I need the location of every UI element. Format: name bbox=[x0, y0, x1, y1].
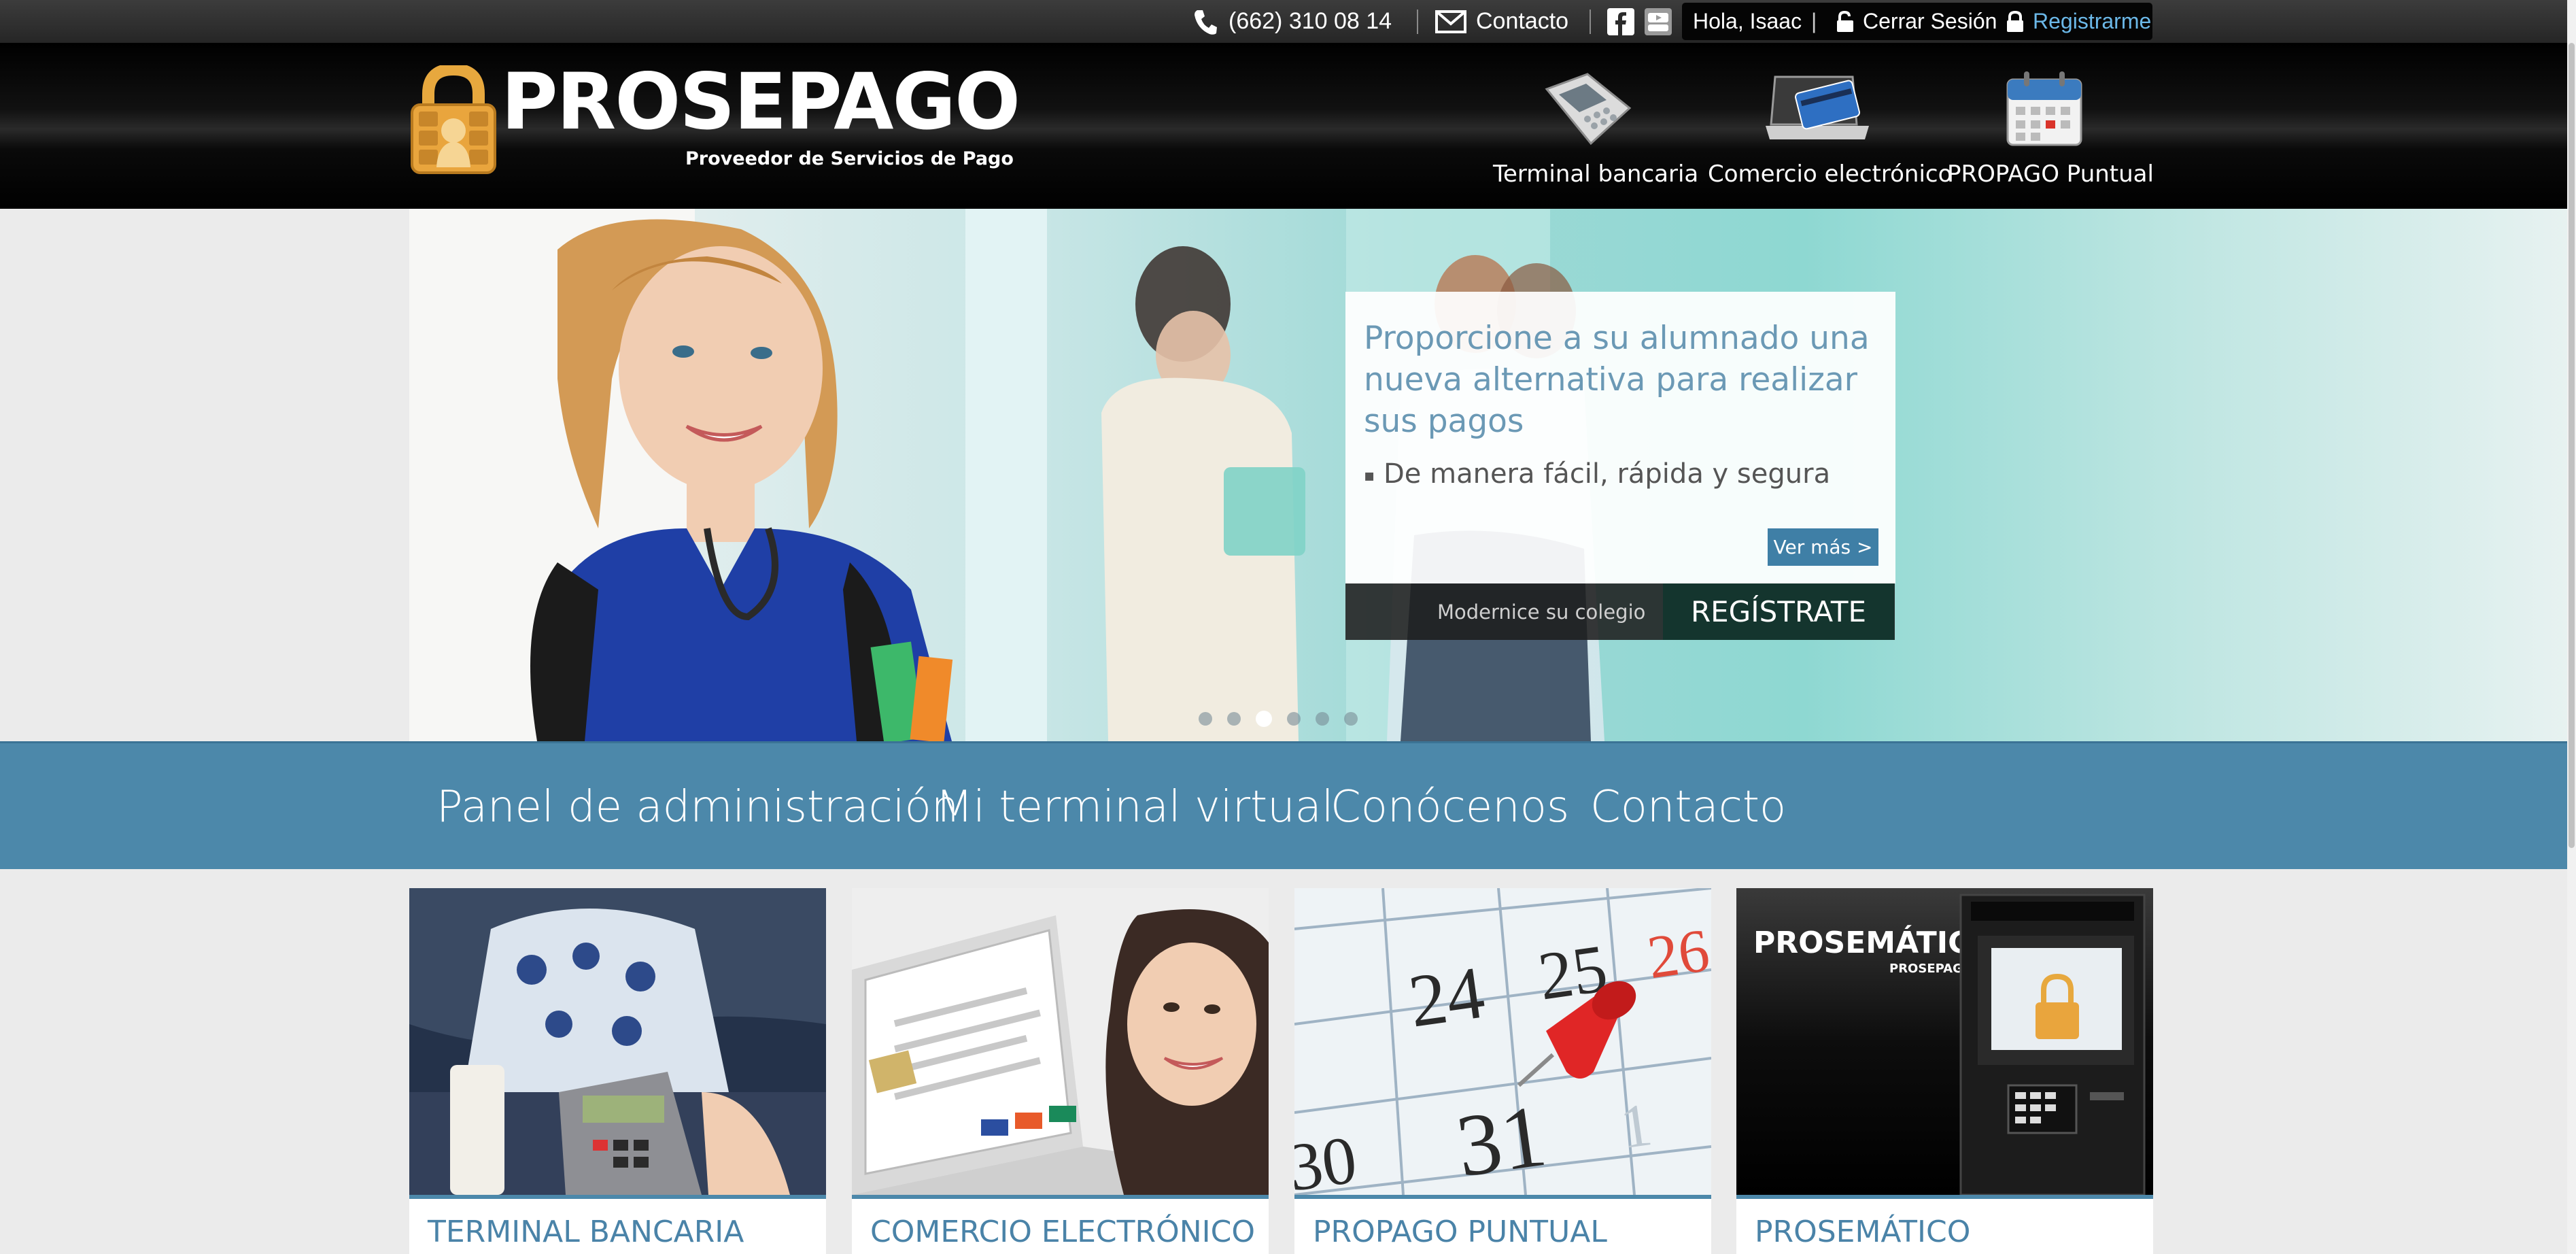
youtube-icon[interactable] bbox=[1645, 0, 1672, 43]
contact-link[interactable]: Contacto bbox=[1476, 0, 1568, 43]
hero-photo bbox=[0, 209, 1604, 741]
card-accent-bar bbox=[1294, 1195, 1711, 1199]
card-terminal-bancaria[interactable]: TERMINAL BANCARIA bbox=[409, 888, 826, 1254]
kiosk-heading: PROSEMÁTICO bbox=[1753, 924, 1995, 960]
slider-dot[interactable] bbox=[1316, 712, 1329, 726]
card-title[interactable]: PROSEMÁTICO bbox=[1755, 1215, 1970, 1249]
slider-dot[interactable] bbox=[1344, 712, 1358, 726]
register-link[interactable]: Registrarme bbox=[2033, 3, 2151, 40]
logout-link[interactable]: Cerrar Sesión bbox=[1863, 3, 1997, 40]
phone-number[interactable]: (662) 310 08 14 bbox=[1229, 0, 1392, 43]
main-nav: Panel de administración Mi terminal virt… bbox=[0, 741, 2576, 869]
svg-text:31: 31 bbox=[1451, 1087, 1552, 1195]
card-kiosk-image: PROSEMÁTICO PROSEPAGO bbox=[1736, 888, 2153, 1195]
card-ecommerce-image bbox=[852, 888, 1269, 1195]
header-nav-label: Terminal bancaria bbox=[1493, 160, 1699, 188]
card-title[interactable]: PROPAGO PUNTUAL bbox=[1313, 1215, 1607, 1249]
laptop-card-icon bbox=[1763, 71, 1872, 149]
greeting-divider: | bbox=[1811, 9, 1817, 33]
card-accent-bar bbox=[1736, 1195, 2153, 1199]
logo-wordmark[interactable]: PROSEPAGO bbox=[501, 63, 1020, 141]
register-cta-bar: Modernice su colegio REGÍSTRATE bbox=[1345, 583, 1895, 640]
mail-icon[interactable] bbox=[1435, 0, 1466, 43]
svg-text:30: 30 bbox=[1294, 1121, 1361, 1195]
card-prosematico[interactable]: PROSEMÁTICO PROSEPAGO PROSEMÁTICO bbox=[1736, 888, 2153, 1254]
lock-icon bbox=[2006, 3, 2025, 40]
topbar-divider bbox=[1417, 10, 1418, 34]
card-propago-puntual[interactable]: 24 25 26 31 1 30 PROPAGO PUNTUAL bbox=[1294, 888, 1711, 1254]
card-accent-bar bbox=[852, 1195, 1269, 1199]
card-terminal-image bbox=[409, 888, 826, 1195]
slide-caption: Proporcione a su alumnado una nueva alte… bbox=[1345, 292, 1895, 583]
facebook-icon[interactable] bbox=[1607, 0, 1634, 43]
header-nav-propago[interactable]: PROPAGO Puntual bbox=[1946, 43, 2154, 209]
card-title[interactable]: COMERCIO ELECTRÓNICO bbox=[870, 1215, 1255, 1249]
slider-dot[interactable] bbox=[1287, 712, 1301, 726]
logo-subtitle: Proveedor de Servicios de Pago bbox=[685, 148, 1014, 169]
card-title[interactable]: TERMINAL BANCARIA bbox=[428, 1215, 744, 1249]
hero-slider[interactable]: Proporcione a su alumnado una nueva alte… bbox=[0, 209, 2576, 741]
card-accent-bar bbox=[409, 1195, 826, 1199]
svg-text:26: 26 bbox=[1643, 917, 1711, 992]
bullet-text: De manera fácil, rápida y segura bbox=[1383, 458, 1831, 490]
slider-dot[interactable] bbox=[1227, 712, 1241, 726]
topbar-divider bbox=[1590, 10, 1591, 34]
nav-about[interactable]: Conócenos bbox=[1330, 743, 1569, 871]
phone-icon bbox=[1193, 0, 1218, 43]
cta-tagline: Modernice su colegio bbox=[1437, 600, 1646, 624]
header-nav-label: Comercio electrónico bbox=[1708, 160, 1953, 188]
slider-pagination bbox=[1199, 711, 1358, 727]
top-utility-bar: (662) 310 08 14 Contacto Hola, Isaac | C… bbox=[0, 0, 2576, 43]
header-nav-ecommerce[interactable]: Comercio electrónico bbox=[1705, 43, 1952, 209]
bullet-marker: ▪ bbox=[1364, 466, 1375, 485]
site-header: PROSEPAGO Proveedor de Servicios de Pago… bbox=[0, 43, 2576, 209]
padlock-logo-icon[interactable] bbox=[409, 63, 498, 175]
lock-icon bbox=[1836, 3, 1855, 40]
nav-virtual-terminal[interactable]: Mi terminal virtual bbox=[935, 743, 1334, 871]
card-calendar-image: 24 25 26 31 1 30 bbox=[1294, 888, 1711, 1195]
slider-dot[interactable] bbox=[1256, 711, 1272, 727]
header-nav-terminal[interactable]: Terminal bancaria bbox=[1489, 43, 1698, 209]
slider-dot[interactable] bbox=[1199, 712, 1212, 726]
nav-contact[interactable]: Contacto bbox=[1590, 743, 1786, 871]
scrollbar-thumb[interactable] bbox=[2569, 43, 2575, 848]
nav-admin-panel[interactable]: Panel de administración bbox=[436, 743, 959, 871]
header-nav-label: PROPAGO Puntual bbox=[1947, 160, 2154, 188]
register-button[interactable]: REGÍSTRATE bbox=[1663, 583, 1894, 640]
ver-mas-button[interactable]: Ver más > bbox=[1768, 528, 1878, 566]
slide-headline: Proporcione a su alumnado una nueva alte… bbox=[1364, 320, 1870, 440]
calendar-icon bbox=[2004, 67, 2085, 152]
user-greeting: Hola, Isaac bbox=[1693, 9, 1802, 33]
card-terminal-icon bbox=[1540, 69, 1635, 153]
card-comercio-electronico[interactable]: COMERCIO ELECTRÓNICO bbox=[852, 888, 1269, 1254]
slide-bullet: ▪ De manera fácil, rápida y segura bbox=[1364, 458, 1830, 490]
user-session-box: Hola, Isaac | Cerrar Sesión Registrarme bbox=[1682, 3, 2152, 40]
svg-text:24: 24 bbox=[1404, 951, 1490, 1043]
